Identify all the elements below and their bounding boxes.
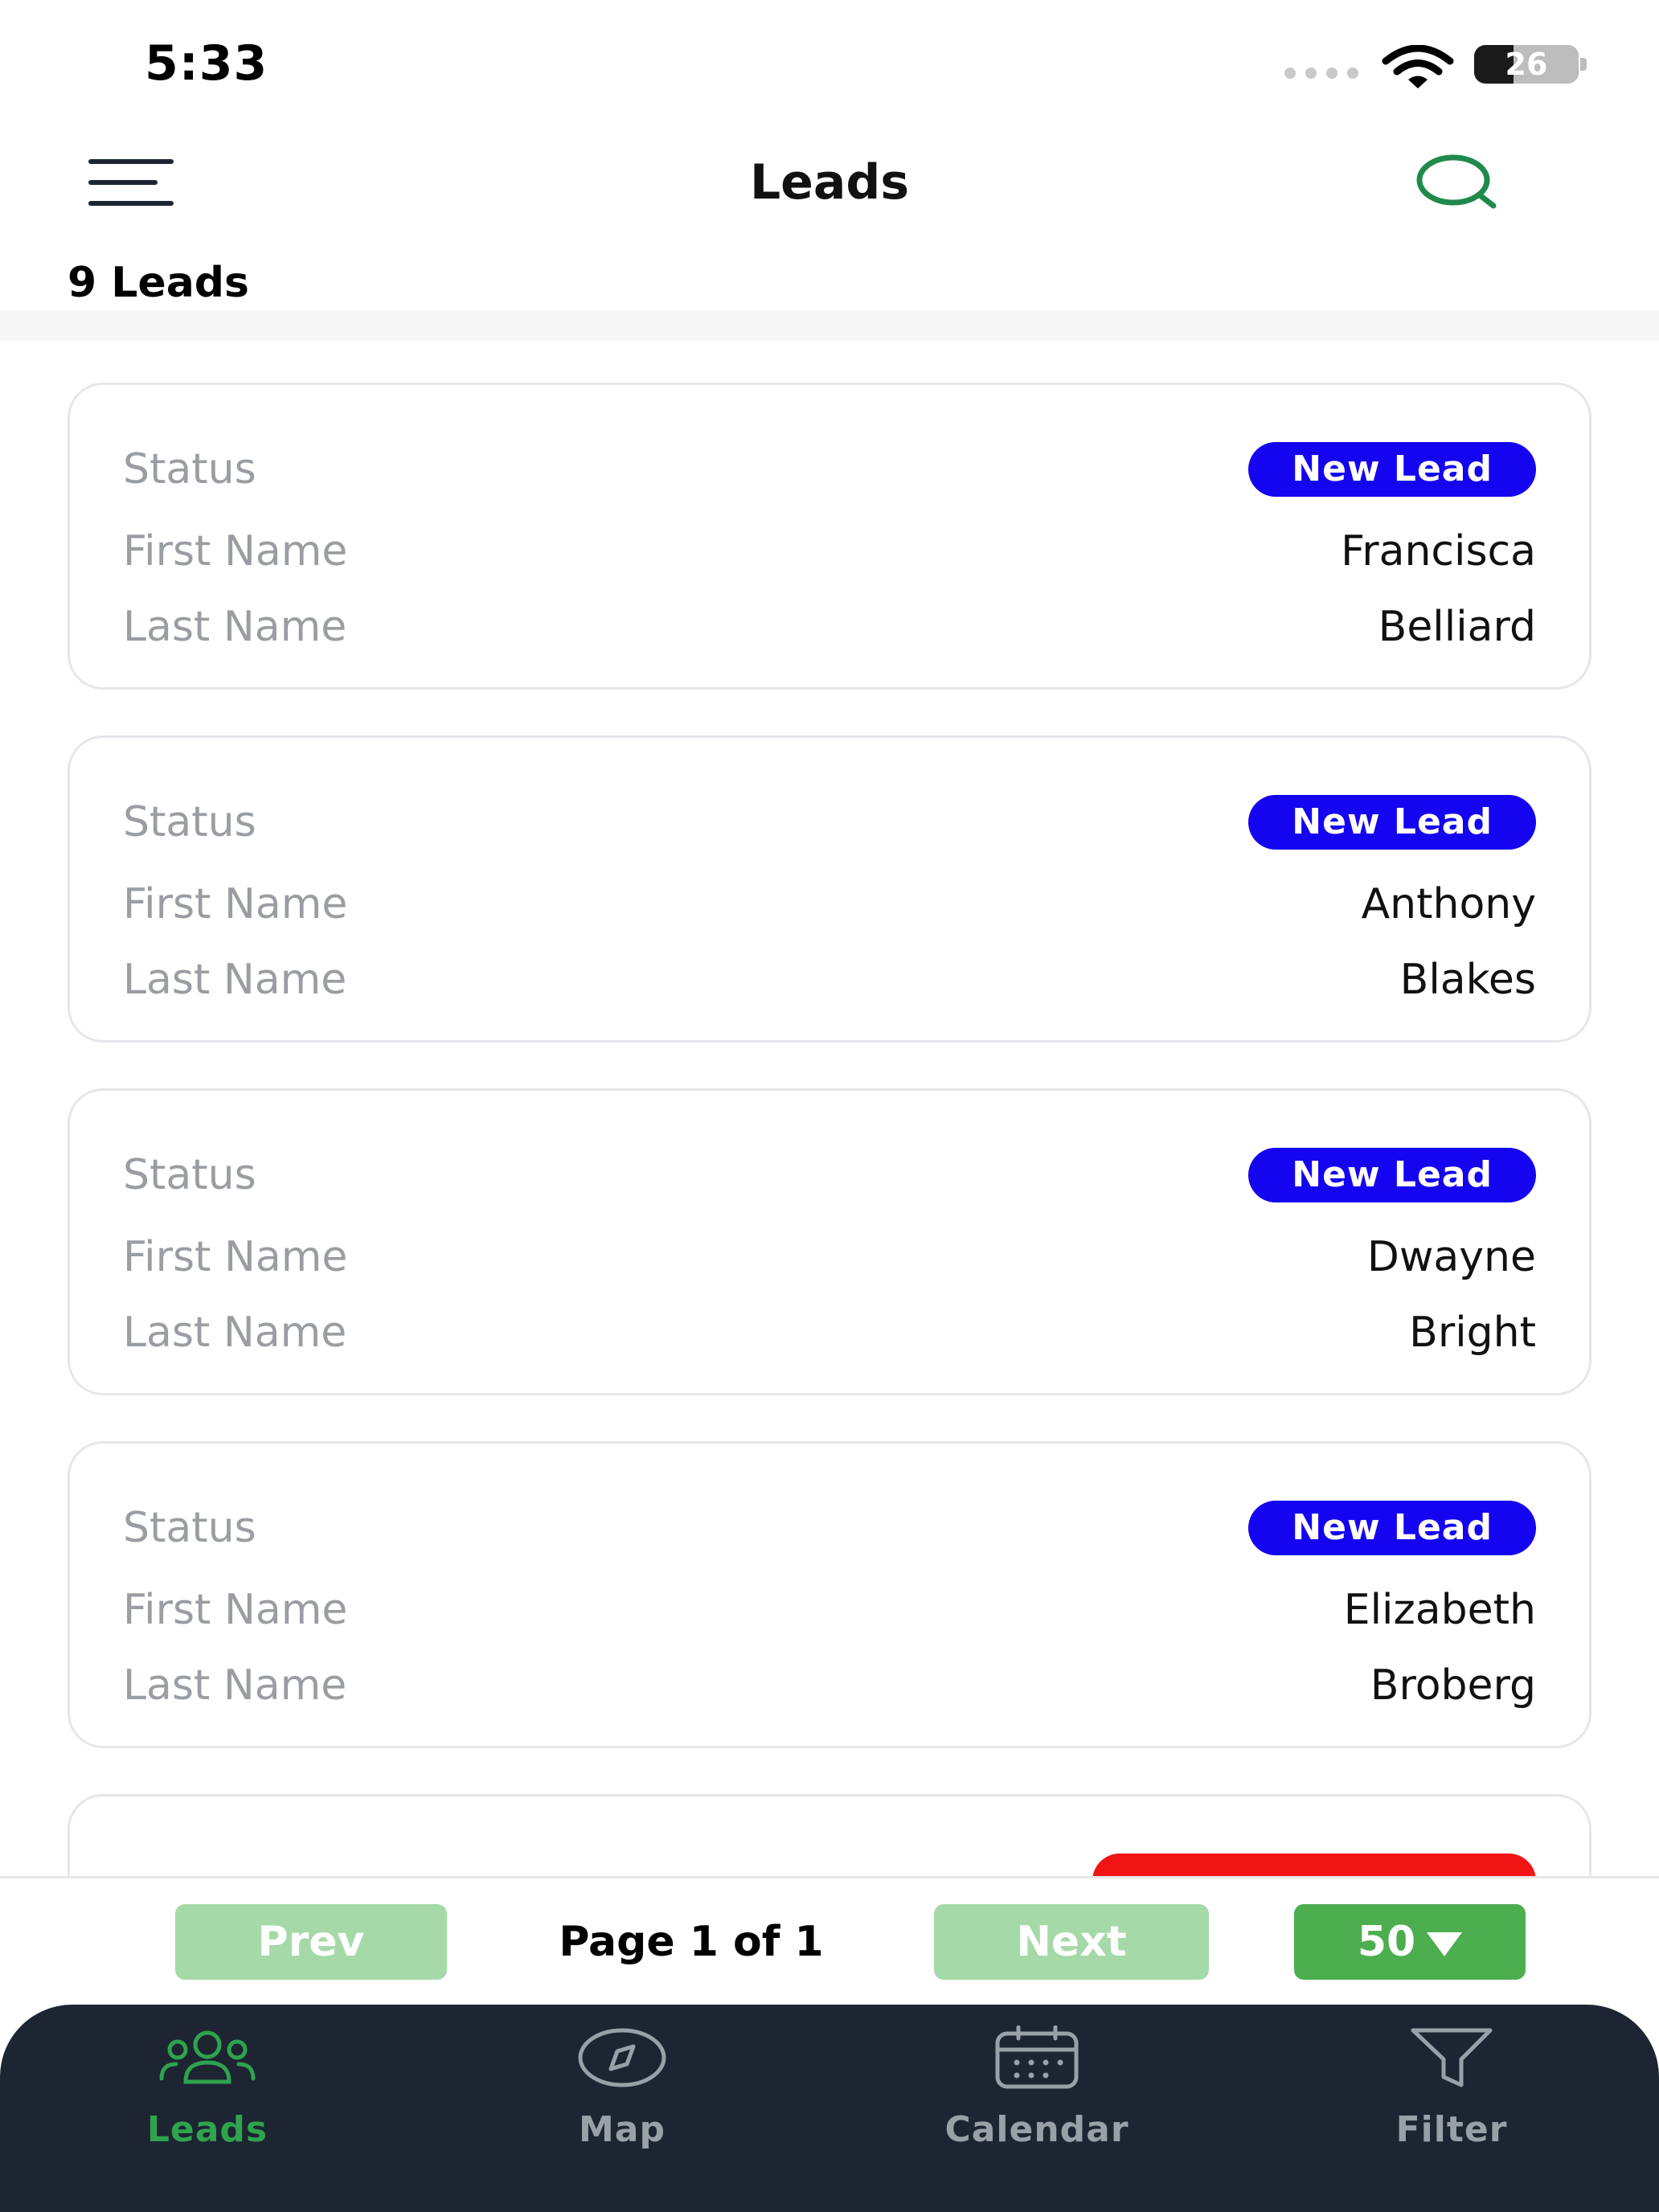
compass-icon	[578, 2028, 666, 2087]
last-name-value: Broberg	[1370, 1661, 1536, 1710]
status-time: 5:33	[145, 35, 268, 92]
page-size-dropdown[interactable]: 50	[1294, 1904, 1526, 1980]
status-label: Status	[123, 1151, 256, 1199]
calendar-icon	[995, 2026, 1079, 2089]
first-name-value: Elizabeth	[1343, 1586, 1536, 1634]
dropdown-triangle-icon	[1427, 1932, 1463, 1956]
lead-card[interactable]: Status New Lead First Name Dwayne Last N…	[68, 1088, 1591, 1395]
page-size-value: 50	[1357, 1918, 1416, 1966]
prev-page-button[interactable]: Prev	[175, 1904, 447, 1980]
page-indicator: Page 1 of 1	[559, 1918, 824, 1966]
tab-calendar-label: Calendar	[944, 2109, 1129, 2150]
leads-list[interactable]: Status New Lead First Name Francisca Las…	[0, 341, 1659, 1876]
tab-map[interactable]: Map	[415, 2005, 830, 2212]
bottom-tab-bar: Leads Map Calendar Filter	[0, 2005, 1659, 2212]
page-title: Leads	[749, 154, 910, 211]
app-screen: 5:33 26 Leads 9 Leads Status New Lead Fi…	[0, 0, 1659, 2212]
status-badge: New Lead	[1248, 442, 1536, 497]
last-name-label: Last Name	[123, 603, 347, 651]
last-name-value: Bright	[1409, 1309, 1536, 1357]
status-label: Status	[123, 1504, 256, 1552]
battery-icon: 26	[1474, 45, 1579, 84]
cellular-signal-icon	[1284, 68, 1358, 79]
status-badge-partial	[1092, 1854, 1536, 1876]
status-badge: New Lead	[1248, 795, 1536, 850]
lead-card-partial[interactable]	[68, 1794, 1591, 1876]
status-badge: New Lead	[1248, 1501, 1536, 1555]
tab-leads-label: Leads	[146, 2109, 268, 2150]
tab-calendar[interactable]: Calendar	[830, 2005, 1244, 2212]
wifi-icon	[1382, 45, 1454, 88]
first-name-label: First Name	[123, 1586, 348, 1634]
pagination-bar: Prev Page 1 of 1 Next 50	[0, 1876, 1659, 2005]
last-name-label: Last Name	[123, 1661, 347, 1710]
app-header: Leads	[0, 121, 1659, 249]
tab-leads[interactable]: Leads	[0, 2005, 415, 2212]
filter-icon	[1411, 2028, 1493, 2087]
tab-filter[interactable]: Filter	[1244, 2005, 1659, 2212]
next-page-button[interactable]: Next	[934, 1904, 1209, 1980]
last-name-value: Belliard	[1378, 603, 1536, 651]
last-name-label: Last Name	[123, 956, 347, 1004]
lead-card[interactable]: Status New Lead First Name Elizabeth Las…	[68, 1441, 1591, 1748]
first-name-value: Dwayne	[1366, 1233, 1536, 1281]
status-badge: New Lead	[1248, 1148, 1536, 1202]
tab-filter-label: Filter	[1395, 2109, 1508, 2150]
tab-map-label: Map	[579, 2109, 666, 2150]
lead-count: 9 Leads	[68, 259, 249, 307]
first-name-label: First Name	[123, 1233, 348, 1281]
first-name-label: First Name	[123, 880, 348, 928]
status-bar: 5:33 26	[0, 0, 1659, 121]
battery-level: 26	[1505, 47, 1548, 82]
first-name-label: First Name	[123, 527, 348, 576]
first-name-value: Francisca	[1341, 527, 1536, 576]
last-name-value: Blakes	[1399, 956, 1536, 1004]
status-label: Status	[123, 798, 256, 846]
battery-cap	[1580, 58, 1587, 71]
users-icon	[159, 2030, 256, 2084]
status-label: Status	[123, 445, 256, 494]
last-name-label: Last Name	[123, 1309, 347, 1357]
first-name-value: Anthony	[1361, 880, 1536, 928]
search-icon[interactable]	[1415, 153, 1498, 211]
lead-card[interactable]: Status New Lead First Name Francisca Las…	[68, 383, 1591, 690]
lead-card[interactable]: Status New Lead First Name Anthony Last …	[68, 735, 1591, 1043]
header-divider	[0, 310, 1659, 341]
